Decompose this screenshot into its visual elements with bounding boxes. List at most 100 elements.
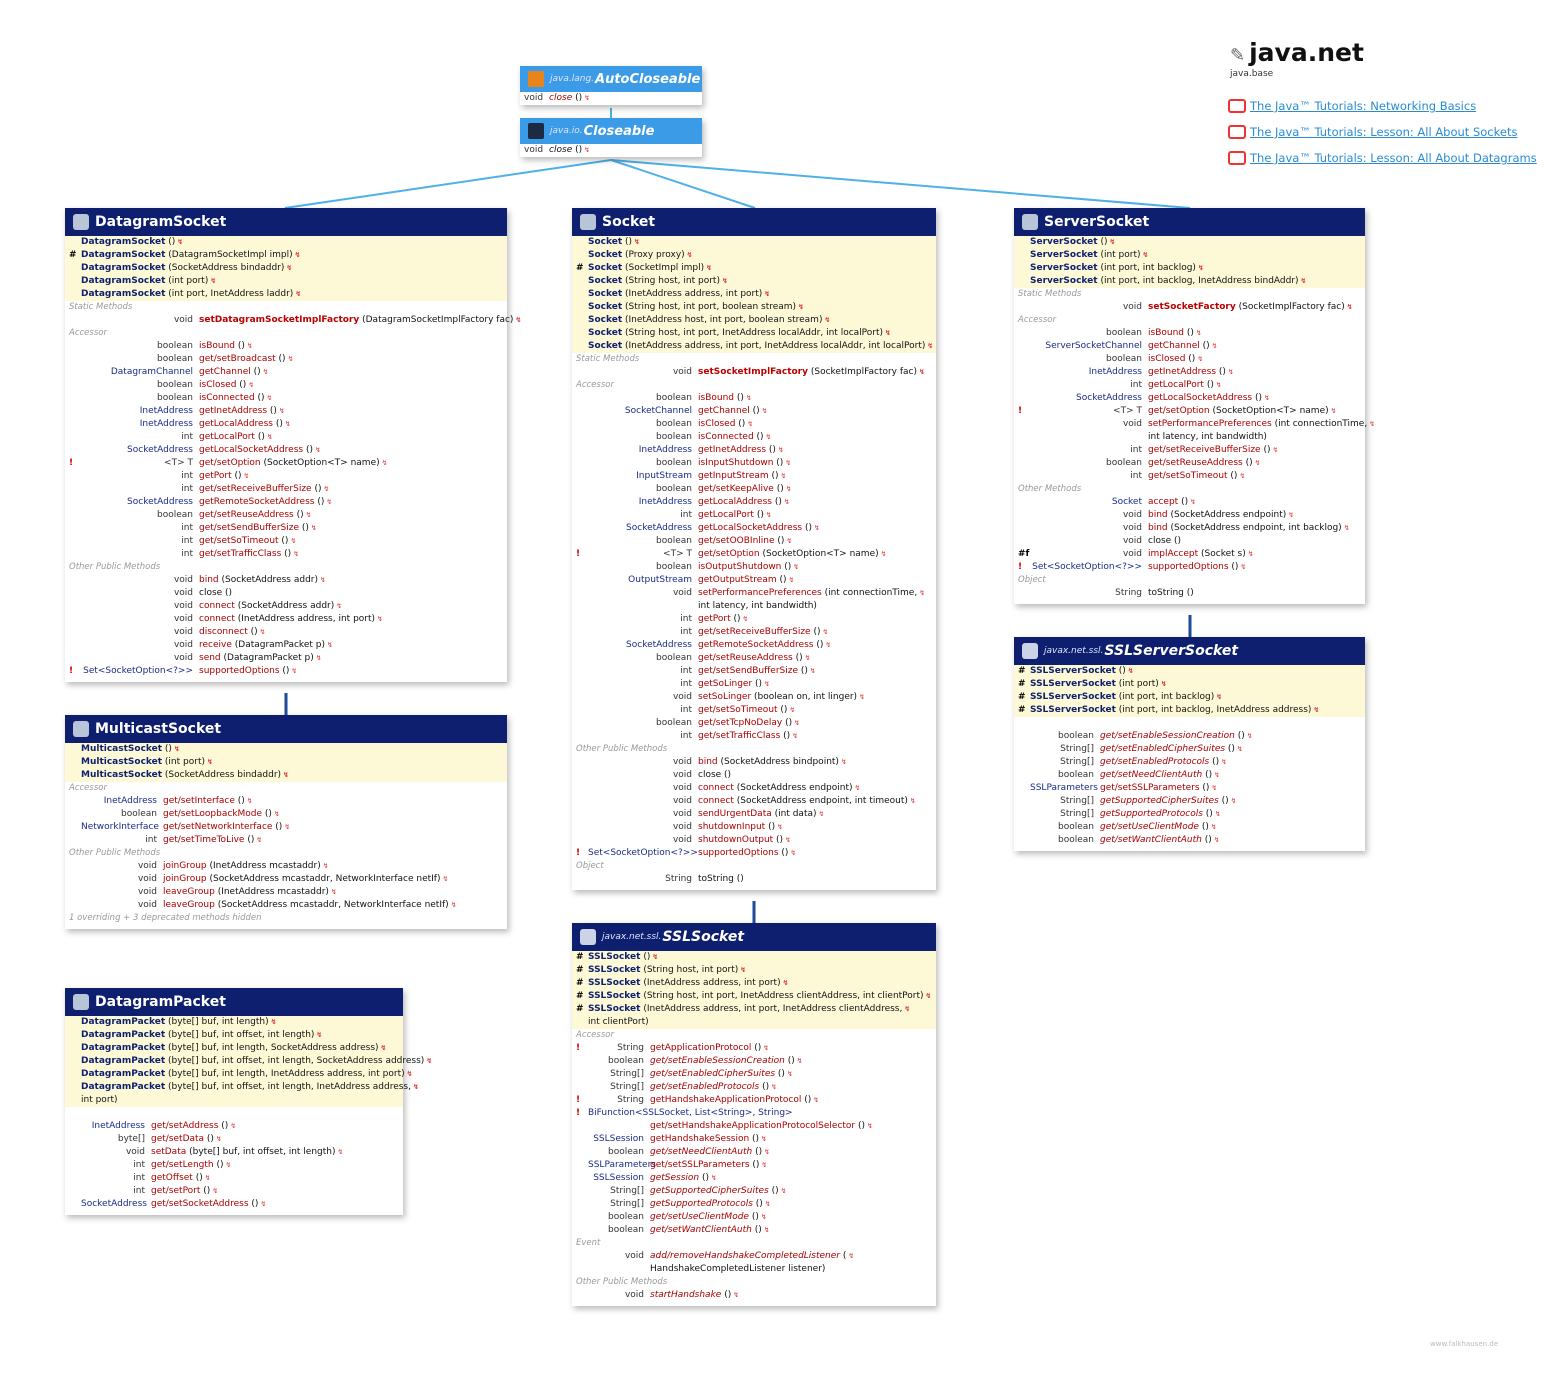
return-type: void — [672, 588, 692, 598]
return-type — [588, 1120, 650, 1133]
args: (int port, int backlog) — [1115, 692, 1215, 702]
args: HandshakeCompletedListener listener) — [650, 1264, 826, 1274]
exception-mark: ↯ — [1210, 823, 1217, 831]
method-row: boolean get/setUseClientMode () ↯ — [572, 1211, 936, 1224]
constructor-name: DatagramPacket (byte[] buf, int length) ↯ — [81, 1017, 277, 1027]
exception-mark: ↯ — [761, 407, 768, 415]
return-type: int — [181, 432, 193, 442]
socket-box[interactable]: Socket Socket () ↯ Socket (Proxy proxy) ↯ # So… — [572, 208, 936, 890]
datagramsocket-box[interactable]: DatagramSocket DatagramSocket () ↯ # Datagra… — [65, 208, 521, 682]
method-name: get/setLength () ↯ — [151, 1160, 232, 1170]
method-name: get/setSoTimeout () ↯ — [698, 705, 796, 715]
exception-mark: ↯ — [796, 1057, 803, 1065]
method-name: getRemoteSocketAddress () ↯ — [199, 497, 333, 507]
method-name: connect (SocketAddress endpoint, int tim… — [698, 796, 916, 806]
section-label: Static Methods — [576, 354, 640, 364]
return-type: int — [680, 627, 692, 637]
exception-mark: ↯ — [745, 394, 752, 402]
method-name: get/setNetworkInterface () ↯ — [163, 822, 291, 832]
exception-mark: ↯ — [854, 784, 861, 792]
args: () — [279, 666, 290, 676]
args: () — [622, 237, 633, 247]
method-name: get/setEnabledProtocols () ↯ — [1100, 757, 1228, 767]
args: () — [734, 393, 744, 403]
args: () — [781, 562, 792, 572]
method-row: int latency, int bandwidth) — [1014, 431, 1365, 444]
modifier — [69, 405, 81, 418]
args: () — [1199, 783, 1210, 793]
exception-mark: ↯ — [809, 667, 816, 675]
constructor-row: # SSLServerSocket (int port, int backlog,… — [1014, 704, 1365, 717]
exception-mark: ↯ — [925, 992, 932, 1000]
method-name: connect (InetAddress address, int port) ↯ — [199, 614, 383, 624]
modifier — [576, 418, 588, 431]
return-type — [588, 1263, 650, 1276]
args: (byte[] buf, int offset, int length, Soc… — [165, 1056, 425, 1066]
method-row: String[] getSupportedCipherSuites () ↯ — [572, 1185, 936, 1198]
return-type: void — [173, 640, 193, 650]
method-row: boolean isInputShutdown () ↯ — [572, 457, 936, 470]
closeable-box[interactable]: java.io. Closeable void close () ↯ — [520, 118, 702, 157]
constructor-row: MulticastSocket (SocketAddress bindaddr)… — [65, 769, 507, 782]
autocloseable-box[interactable]: java.lang. AutoCloseable void close () ↯ — [520, 66, 702, 105]
args: () — [267, 406, 277, 416]
args: (byte[] buf, int length, SocketAddress a… — [165, 1043, 379, 1053]
sslsocket-box[interactable]: javax.net.ssl. SSLSocket # SSLSocket () ↯ # SS… — [572, 923, 936, 1306]
method-name: get/setSoTimeout () ↯ — [199, 536, 297, 546]
modifier — [1018, 275, 1030, 288]
link-all-about-datagrams[interactable]: The Java™ Tutorials: Lesson: All About D… — [1228, 151, 1537, 165]
plug-icon — [73, 994, 89, 1010]
method-name: getRemoteSocketAddress () ↯ — [698, 640, 832, 650]
args: () — [250, 367, 261, 377]
modifier — [69, 1198, 81, 1211]
args: (int port) — [165, 276, 209, 286]
method-name: get/setReuseAddress () ↯ — [1148, 458, 1261, 468]
link-all-about-sockets[interactable]: The Java™ Tutorials: Lesson: All About S… — [1228, 125, 1517, 139]
method-row: DatagramChannel getChannel () ↯ — [65, 366, 507, 379]
constructor-name: DatagramPacket (byte[] buf, int length, … — [81, 1069, 413, 1079]
exception-mark: ↯ — [1215, 381, 1222, 389]
method-row: boolean get/setBroadcast () ↯ — [65, 353, 507, 366]
method-row: int getLocalPort () ↯ — [1014, 379, 1365, 392]
method-name: shutdownOutput () ↯ — [698, 835, 791, 845]
modifier — [576, 1068, 588, 1081]
args: () — [234, 796, 245, 806]
sslserversocket-box[interactable]: javax.net.ssl. SSLServerSocket # SSLServerS… — [1014, 637, 1365, 851]
method-row: int get/setSoTimeout () ↯ — [65, 535, 507, 548]
return-type: int — [133, 1186, 145, 1196]
exception-mark: ↯ — [706, 264, 713, 272]
method-name: accept () ↯ — [1148, 497, 1196, 507]
method-name: get/setEnabledCipherSuites () ↯ — [1100, 744, 1243, 754]
return-type: ServerSocketChannel — [1045, 341, 1142, 351]
multicastsocket-box[interactable]: MulticastSocket MulticastSocket () ↯ Multic… — [65, 715, 507, 929]
constructor-row: int clientPort) — [572, 1016, 936, 1029]
modifier — [1018, 522, 1030, 535]
args: () — [753, 510, 764, 520]
return-type: boolean — [157, 510, 193, 520]
method-row: boolean get/setNeedClientAuth () ↯ — [1014, 769, 1365, 782]
method-row: boolean isConnected () ↯ — [65, 392, 507, 405]
exception-mark: ↯ — [760, 1213, 767, 1221]
method-name: close () — [698, 770, 732, 780]
method-name: get/setOption (SocketOption<T> name) ↯ — [199, 458, 388, 468]
method-row: ! BiFunction<SSLSocket, List<String>, Str… — [572, 1107, 936, 1120]
modifier — [576, 522, 588, 535]
args: () — [293, 510, 304, 520]
oracle-icon — [1228, 151, 1246, 165]
section-label: Other Public Methods — [576, 744, 668, 754]
return-type: boolean — [157, 380, 193, 390]
return-type: boolean — [157, 354, 193, 364]
return-type: SocketAddress — [626, 640, 692, 650]
return-type: void — [672, 367, 692, 377]
plug-icon — [73, 214, 89, 230]
args: (String host, int port, InetAddress loca… — [622, 328, 884, 338]
args: () — [200, 1186, 211, 1196]
link-networking-basics[interactable]: The Java™ Tutorials: Networking Basics — [1228, 99, 1476, 113]
method-row: boolean get/setWantClientAuth () ↯ — [572, 1224, 936, 1237]
method-name: send (DatagramPacket p) ↯ — [199, 653, 322, 663]
serversocket-box[interactable]: ServerSocket ServerSocket () ↯ ServerSocket… — [1014, 208, 1375, 604]
args: (SocketAddress addr) — [234, 601, 335, 611]
method-row: boolean get/setLoopbackMode () ↯ — [65, 808, 507, 821]
datagrampacket-box[interactable]: DatagramPacket DatagramPacket (byte[] buf… — [65, 988, 432, 1215]
return-type: void — [1122, 536, 1142, 546]
